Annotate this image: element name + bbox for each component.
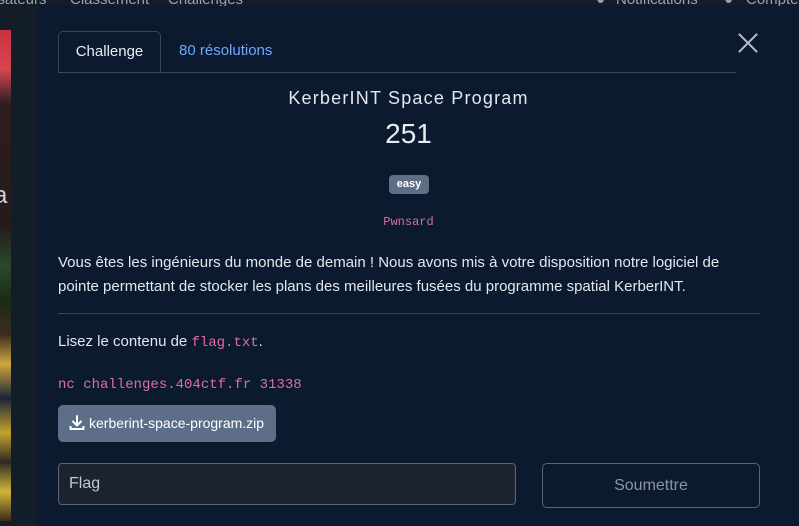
instruction-text: Lisez le contenu de flag.txt.: [58, 333, 263, 351]
download-button[interactable]: kerberint-space-program.zip: [58, 405, 276, 442]
instruction-prefix: Lisez le contenu de: [58, 333, 192, 350]
challenge-title: KerberINT Space Program: [288, 88, 529, 108]
tab-challenge[interactable]: Challenge: [58, 31, 161, 72]
flag-input[interactable]: [58, 463, 516, 505]
instruction-suffix: .: [258, 333, 263, 350]
challenge-modal: Challenge 80 résolutions KerberINT Space…: [37, 6, 799, 526]
challenge-category: Pwnsard: [383, 215, 434, 229]
modal-tabs: Challenge 80 résolutions: [58, 31, 736, 73]
download-icon: [69, 415, 85, 430]
submit-button[interactable]: Soumettre: [542, 463, 760, 508]
divider: [58, 313, 760, 314]
download-label: kerberint-space-program.zip: [89, 415, 265, 431]
challenge-points: 251: [385, 118, 432, 149]
tab-solves[interactable]: 80 résolutions: [179, 31, 272, 71]
connection-command: nc challenges.404ctf.fr 31338: [58, 377, 302, 393]
difficulty-badge: easy: [389, 175, 429, 194]
challenge-description: Vous êtes les ingénieurs du monde de dem…: [58, 254, 720, 295]
background-heading-fragment: a: [0, 182, 8, 209]
close-icon[interactable]: [737, 32, 759, 54]
background-banner-strip: [0, 30, 11, 521]
flag-filename: flag.txt: [191, 335, 259, 351]
